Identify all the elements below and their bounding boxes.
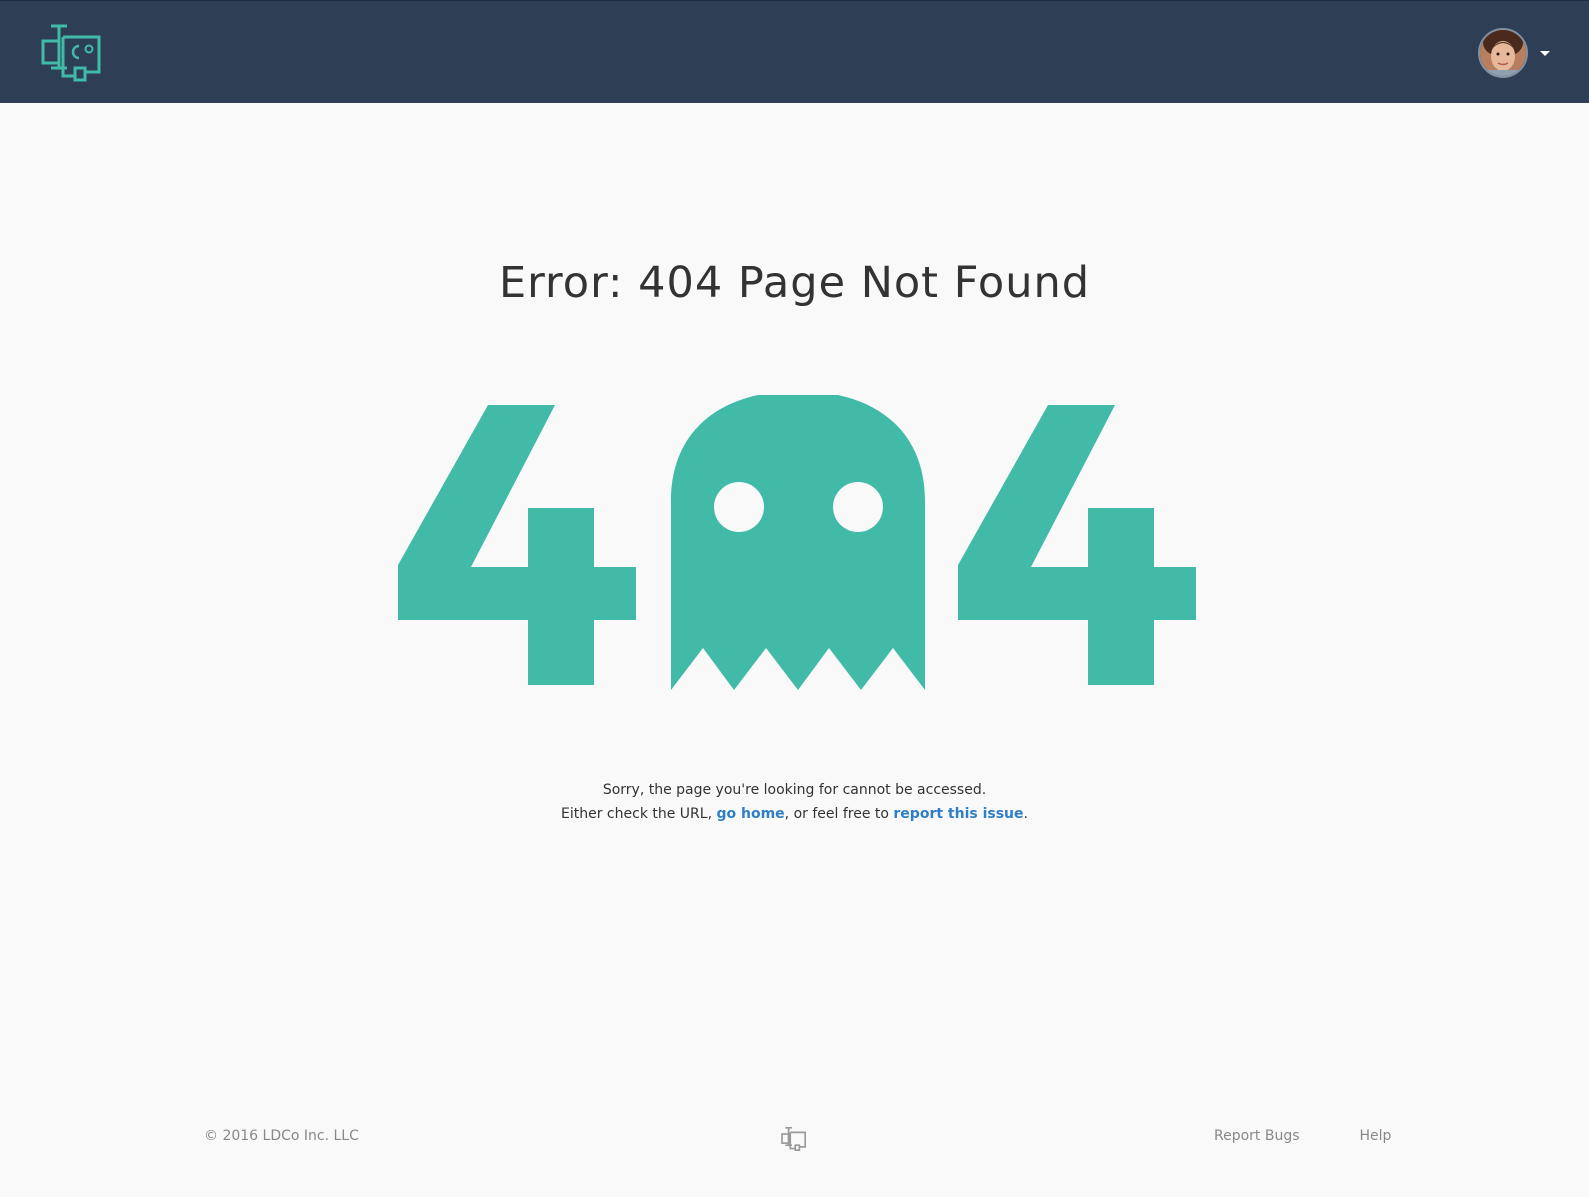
page-title: Error: 404 Page Not Found — [498, 258, 1091, 308]
error-404-graphic — [398, 391, 1198, 695]
message-suffix: . — [1023, 806, 1028, 822]
right-four-digit — [958, 405, 1196, 685]
error-message-line-1: Sorry, the page you're looking for canno… — [602, 782, 987, 798]
user-avatar[interactable] — [1478, 28, 1528, 78]
report-issue-link[interactable]: report this issue — [893, 806, 1023, 822]
footer-copyright: © 2016 LDCo Inc. LLC — [204, 1128, 359, 1144]
error-message: Sorry, the page you're looking for canno… — [0, 778, 1589, 826]
help-link[interactable]: Help — [1360, 1127, 1392, 1145]
ghost-icon — [671, 391, 925, 690]
message-middle: , or feel free to — [784, 806, 894, 822]
left-four-digit — [398, 405, 636, 685]
footer-links: Report Bugs Help — [1214, 1127, 1391, 1145]
ldco-logo-icon[interactable] — [41, 24, 103, 82]
error-message-line-2: Either check the URL, go home, or feel f… — [0, 802, 1589, 826]
report-bugs-link[interactable]: Report Bugs — [1214, 1127, 1300, 1145]
message-prefix: Either check the URL, — [561, 806, 717, 822]
ldco-logo-small-icon — [781, 1127, 807, 1151]
caret-down-icon[interactable] — [1540, 50, 1550, 56]
user-menu[interactable] — [1478, 28, 1550, 78]
go-home-link[interactable]: go home — [716, 806, 784, 822]
top-navbar — [0, 0, 1589, 103]
